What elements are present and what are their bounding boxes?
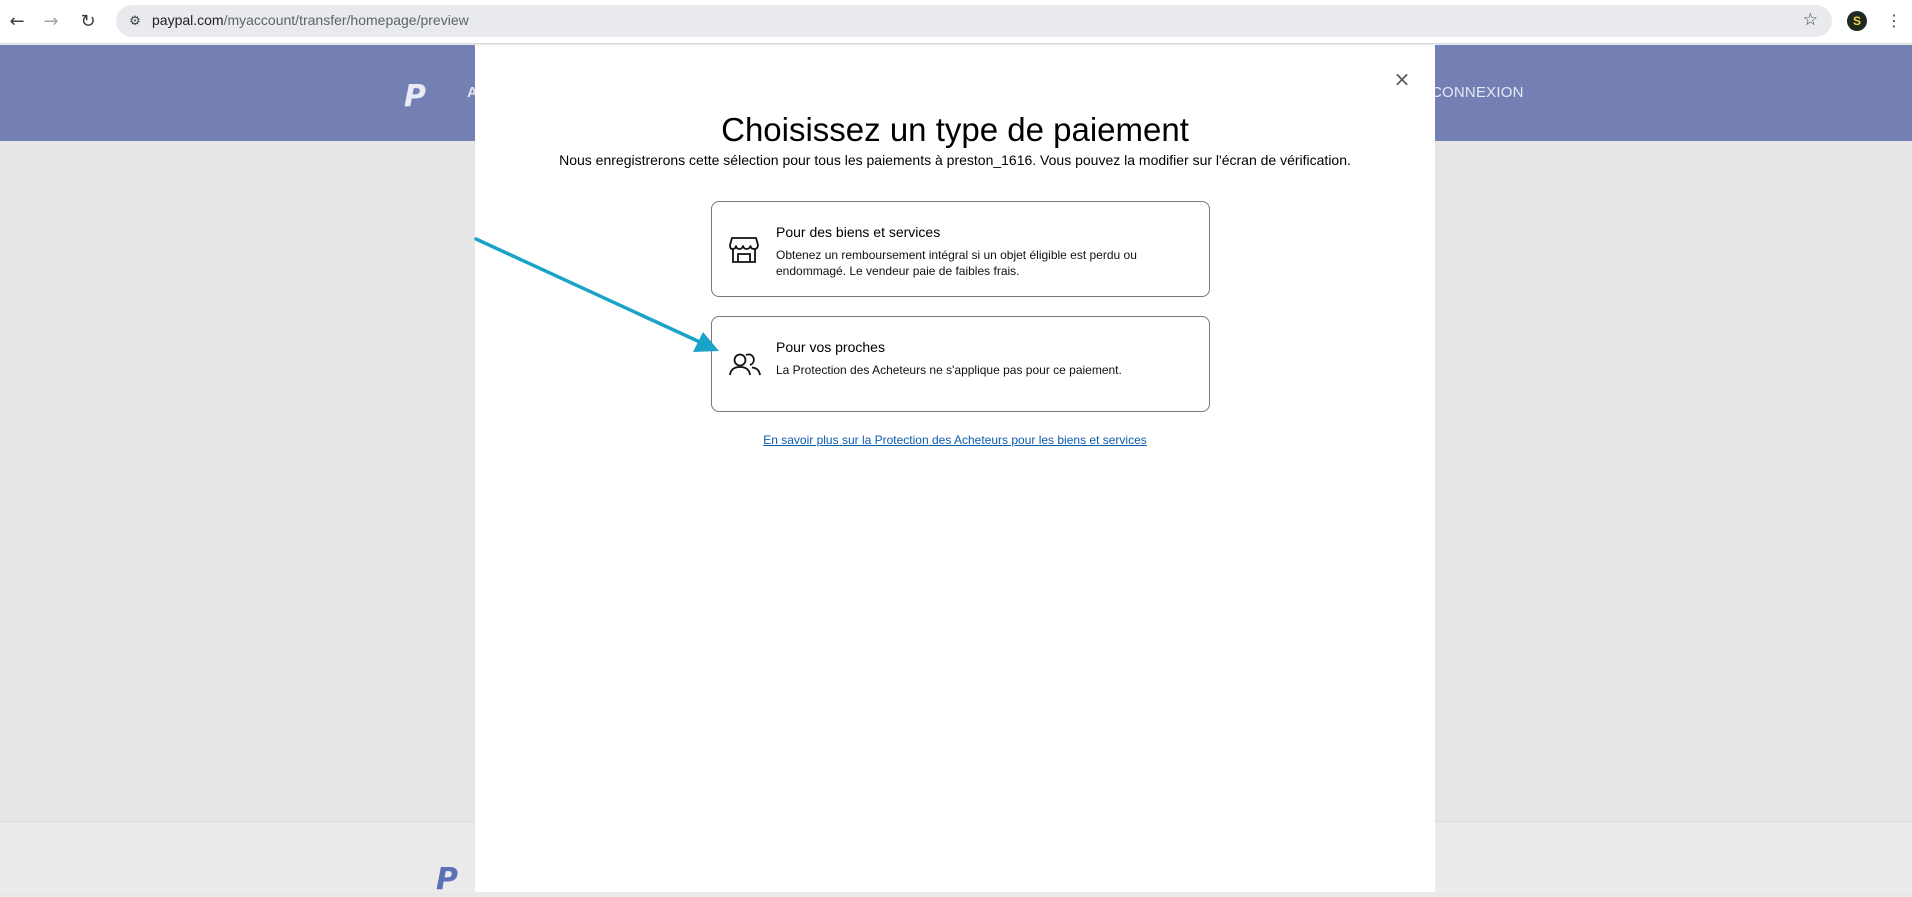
paypal-logo[interactable]: P	[404, 79, 426, 114]
reload-icon[interactable]: ↻	[78, 8, 98, 34]
login-link[interactable]: CONNEXION	[1431, 84, 1524, 101]
profile-avatar[interactable]: S	[1847, 11, 1867, 31]
option-goods-services[interactable]: Pour des biens et services Obtenez un re…	[711, 201, 1210, 297]
browser-toolbar: ← → ↻ ⚙ paypal.com/myaccount/transfer/ho…	[0, 0, 1912, 44]
option-title: Pour des biens et services	[776, 224, 941, 240]
option-friends-family[interactable]: Pour vos proches La Protection des Achet…	[711, 316, 1210, 412]
url-path: /myaccount/transfer/homepage/preview	[223, 12, 469, 28]
storefront-icon	[729, 236, 759, 264]
url-text[interactable]: paypal.com/myaccount/transfer/homepage/p…	[152, 12, 469, 28]
forward-icon[interactable]: →	[41, 8, 61, 34]
bookmark-star-icon[interactable]: ☆	[1803, 10, 1818, 30]
address-bar[interactable]: ⚙ paypal.com/myaccount/transfer/homepage…	[116, 5, 1832, 37]
site-info-icon[interactable]: ⚙	[126, 12, 144, 30]
option-title: Pour vos proches	[776, 339, 885, 355]
option-description: La Protection des Acheteurs ne s'appliqu…	[776, 363, 1122, 377]
back-icon[interactable]: ←	[7, 8, 27, 34]
people-icon	[729, 351, 761, 379]
modal-title: Choisissez un type de paiement	[721, 111, 1189, 148]
payment-type-modal	[475, 45, 1435, 892]
modal-subtitle: Nous enregistrerons cette sélection pour…	[559, 152, 1351, 168]
url-host: paypal.com	[152, 12, 224, 28]
close-icon[interactable]: ×	[1390, 67, 1414, 91]
browser-menu-icon[interactable]: ⋮	[1886, 10, 1902, 32]
option-description: Obtenez un remboursement intégral si un …	[776, 248, 1137, 278]
buyer-protection-link[interactable]: En savoir plus sur la Protection des Ach…	[475, 433, 1435, 447]
